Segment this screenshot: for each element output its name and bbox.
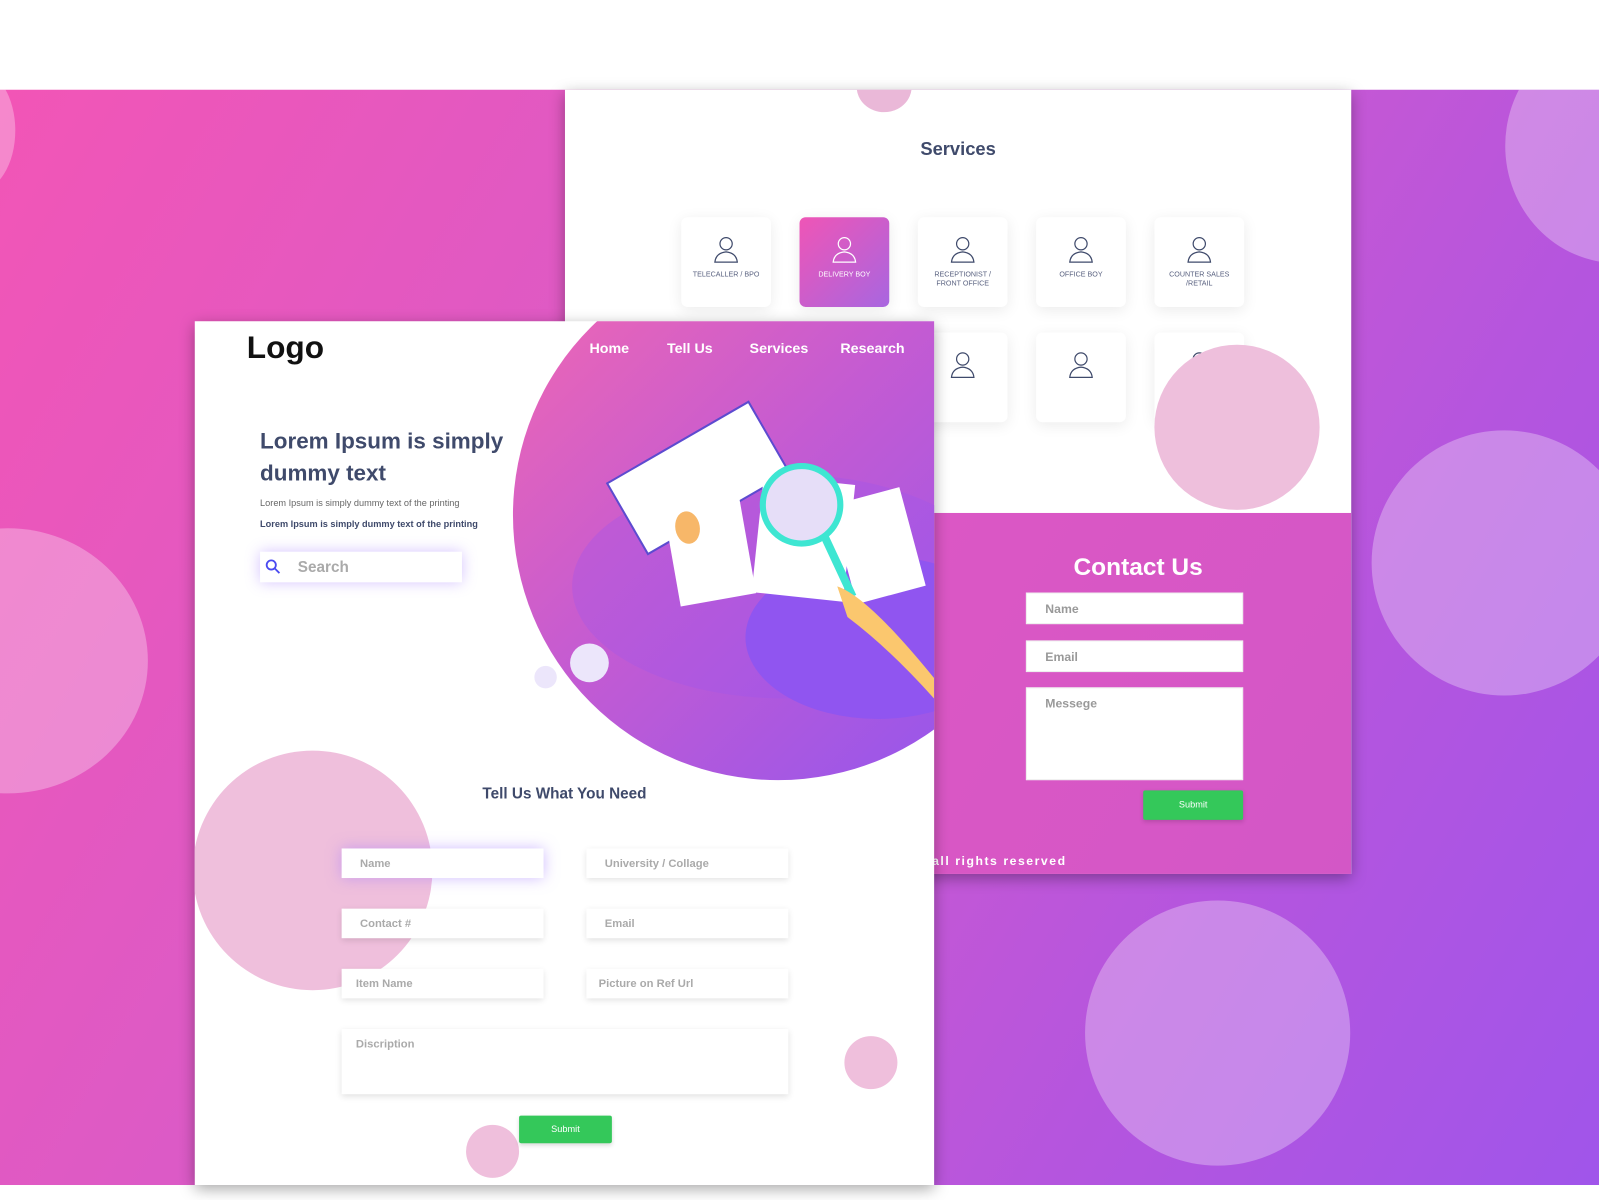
nav-research[interactable]: Research [840, 340, 904, 356]
service-card-label: COUNTER SALES /RETAIL [1169, 271, 1230, 288]
service-card-label: TELECALLER / BPO [692, 271, 760, 279]
contact-input[interactable]: Contact # [341, 908, 544, 939]
landing-page: Logo Home Tell Us Services Research Lore… [194, 321, 935, 1186]
service-card[interactable]: OFFICE BOY [1036, 217, 1126, 307]
contact-message-input[interactable]: Messege [1025, 687, 1244, 781]
name-input[interactable]: Name [341, 848, 544, 879]
service-card[interactable]: TELECALLER / BPO [681, 217, 771, 307]
university-input[interactable]: University / Collage [586, 848, 789, 879]
services-title: Services [920, 138, 996, 160]
decor-circle [1371, 430, 1599, 696]
service-card-label: OFFICE BOY [1059, 271, 1103, 279]
service-card[interactable]: RECEPTIONIST / FRONT OFFICE [917, 217, 1008, 307]
office-boy-icon [1066, 352, 1097, 381]
service-card[interactable]: COUNTER SALES /RETAIL [1154, 217, 1245, 307]
decor-circle [466, 1124, 520, 1178]
decor-circle [1505, 89, 1599, 264]
logo[interactable]: Logo [247, 329, 324, 366]
nav-tell-us[interactable]: Tell Us [667, 340, 713, 356]
delivery-boy-icon [829, 237, 860, 266]
receptionist-icon [947, 352, 978, 381]
service-card[interactable] [1036, 332, 1126, 423]
description-input[interactable]: Discription [341, 1028, 789, 1095]
email-input[interactable]: Email [586, 908, 789, 939]
telecaller-icon [711, 237, 742, 266]
decor-circle [1085, 900, 1351, 1166]
hero-subtitle-bold: Lorem Ipsum is simply dummy text of the … [260, 519, 478, 530]
picture-url-input[interactable]: Picture on Ref Url [586, 968, 789, 999]
decor-circle [534, 665, 557, 689]
service-card-label: DELIVERY BOY [818, 271, 871, 279]
office-boy-icon [1066, 237, 1097, 266]
footer-rights: all rights reserved [932, 853, 1067, 868]
decor-circle [1154, 344, 1320, 510]
nav-services[interactable]: Services [750, 340, 809, 356]
decor-circle [0, 89, 16, 192]
receptionist-icon [947, 237, 978, 266]
contact-submit-button[interactable]: Submit [1143, 790, 1244, 820]
service-card[interactable]: DELIVERY BOY [799, 217, 890, 307]
search-icon [265, 559, 281, 574]
contact-title: Contact Us [1073, 553, 1203, 582]
resume-search-illustration [605, 400, 935, 699]
search-placeholder: Search [297, 558, 349, 576]
hero-title: Lorem Ipsum is simply dummy text [260, 428, 504, 486]
form-title: Tell Us What You Need [482, 785, 647, 803]
contact-email-input[interactable]: Email [1025, 640, 1244, 673]
decor-circle [0, 528, 148, 794]
hero-subtitle: Lorem Ipsum is simply dummy text of the … [260, 497, 460, 508]
contact-name-input[interactable]: Name [1025, 592, 1244, 625]
item-name-input[interactable]: Item Name [341, 968, 544, 999]
decor-circle [844, 1036, 898, 1090]
decor-circle [856, 89, 912, 113]
nav-home[interactable]: Home [589, 340, 629, 356]
search-input[interactable]: Search [260, 551, 462, 583]
counter-sales-icon [1184, 237, 1215, 266]
service-card-label: RECEPTIONIST / FRONT OFFICE [934, 271, 991, 288]
form-submit-button[interactable]: Submit [519, 1115, 612, 1144]
